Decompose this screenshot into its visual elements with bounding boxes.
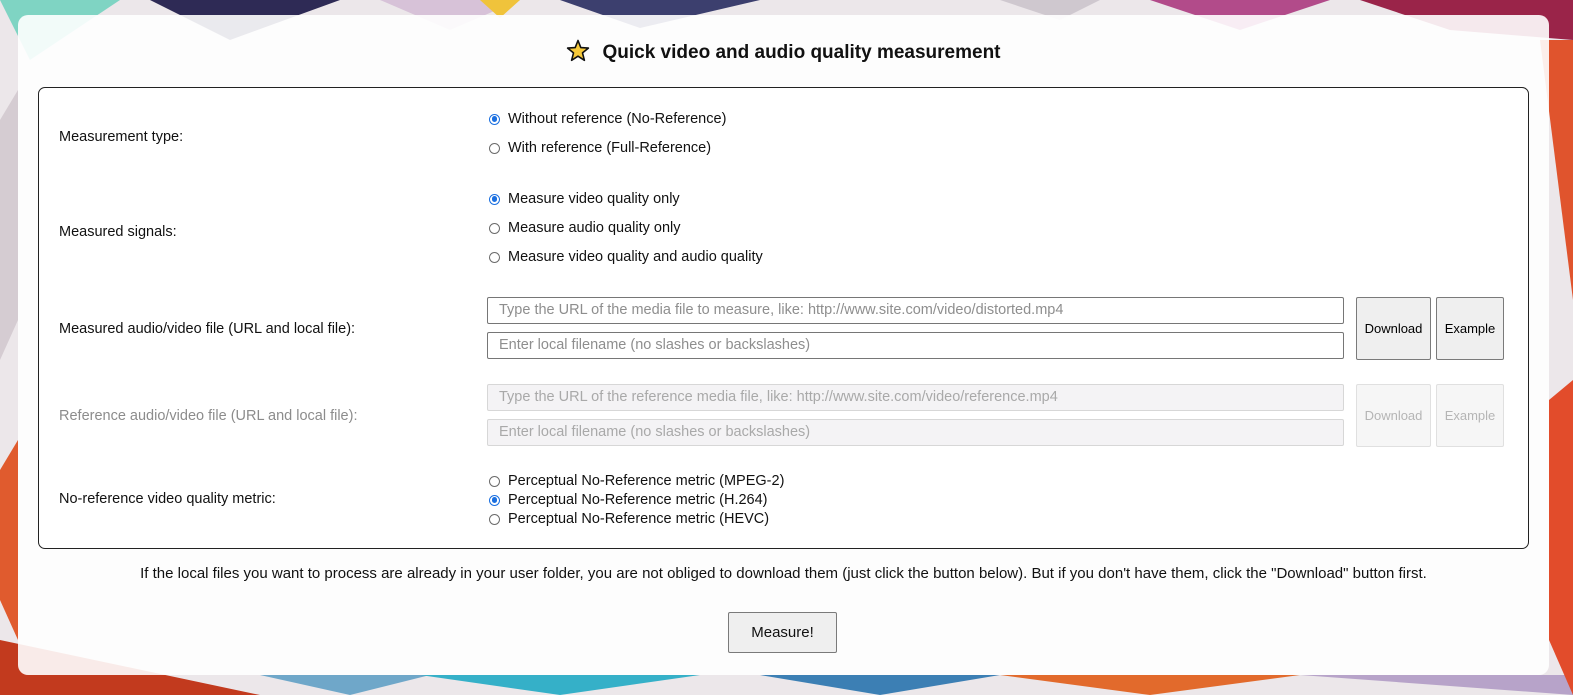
measurement-form: Measurement type: Without reference (No-… (38, 87, 1529, 549)
radio-no-reference[interactable]: Without reference (No-Reference) (489, 109, 726, 129)
measure-button[interactable]: Measure! (728, 612, 837, 653)
radio-label: With reference (Full-Reference) (508, 140, 712, 156)
radio-button[interactable] (489, 193, 500, 205)
radio-button[interactable] (489, 475, 500, 487)
reference-download-button[interactable]: Download (1356, 384, 1431, 447)
star-icon (566, 39, 590, 69)
radio-full-reference[interactable]: With reference (Full-Reference) (489, 138, 711, 158)
reference-url-input[interactable]: Type the URL of the reference media file… (487, 384, 1344, 411)
radio-button[interactable] (489, 142, 500, 154)
download-note: If the local files you want to process a… (140, 565, 1427, 582)
measured-download-button[interactable]: Download (1356, 297, 1431, 360)
radio-video-and-audio[interactable]: Measure video quality and audio quality (489, 247, 763, 267)
page-title-text: Quick video and audio quality measuremen… (602, 42, 1001, 63)
reference-local-filename-input[interactable]: Enter local filename (no slashes or back… (487, 419, 1344, 446)
radio-button[interactable] (489, 113, 500, 125)
radio-button[interactable] (489, 494, 500, 506)
radio-label: Measure video quality only (508, 191, 680, 207)
radio-label: Measure video quality and audio quality (508, 249, 763, 265)
measured-local-filename-input[interactable]: Enter local filename (no slashes or back… (487, 332, 1344, 359)
page-title: Quick video and audio quality measuremen… (18, 39, 1549, 69)
main-panel: Quick video and audio quality measuremen… (18, 15, 1549, 675)
radio-label: Measure audio quality only (508, 220, 681, 236)
reference-file-label: Reference audio/video file (URL and loca… (59, 408, 358, 424)
radio-metric-h264[interactable]: Perceptual No-Reference metric (H.264) (489, 490, 768, 510)
measured-signals-label: Measured signals: (59, 224, 177, 240)
radio-label: Without reference (No-Reference) (508, 111, 727, 127)
radio-label: Perceptual No-Reference metric (HEVC) (508, 511, 770, 527)
radio-label: Perceptual No-Reference metric (MPEG-2) (508, 473, 785, 489)
radio-button[interactable] (489, 222, 500, 234)
nr-metric-label: No-reference video quality metric: (59, 491, 276, 507)
measurement-type-label: Measurement type: (59, 129, 184, 145)
radio-label: Perceptual No-Reference metric (H.264) (508, 492, 768, 508)
radio-button[interactable] (489, 513, 500, 525)
radio-metric-hevc[interactable]: Perceptual No-Reference metric (HEVC) (489, 509, 769, 529)
measured-url-input[interactable]: Type the URL of the media file to measur… (487, 297, 1344, 324)
measured-example-button[interactable]: Example (1436, 297, 1504, 360)
radio-button[interactable] (489, 251, 500, 263)
radio-audio-only[interactable]: Measure audio quality only (489, 218, 681, 238)
radio-video-only[interactable]: Measure video quality only (489, 189, 680, 209)
reference-example-button[interactable]: Example (1436, 384, 1504, 447)
measured-file-label: Measured audio/video file (URL and local… (59, 321, 356, 337)
radio-metric-mpeg2[interactable]: Perceptual No-Reference metric (MPEG-2) (489, 471, 784, 491)
